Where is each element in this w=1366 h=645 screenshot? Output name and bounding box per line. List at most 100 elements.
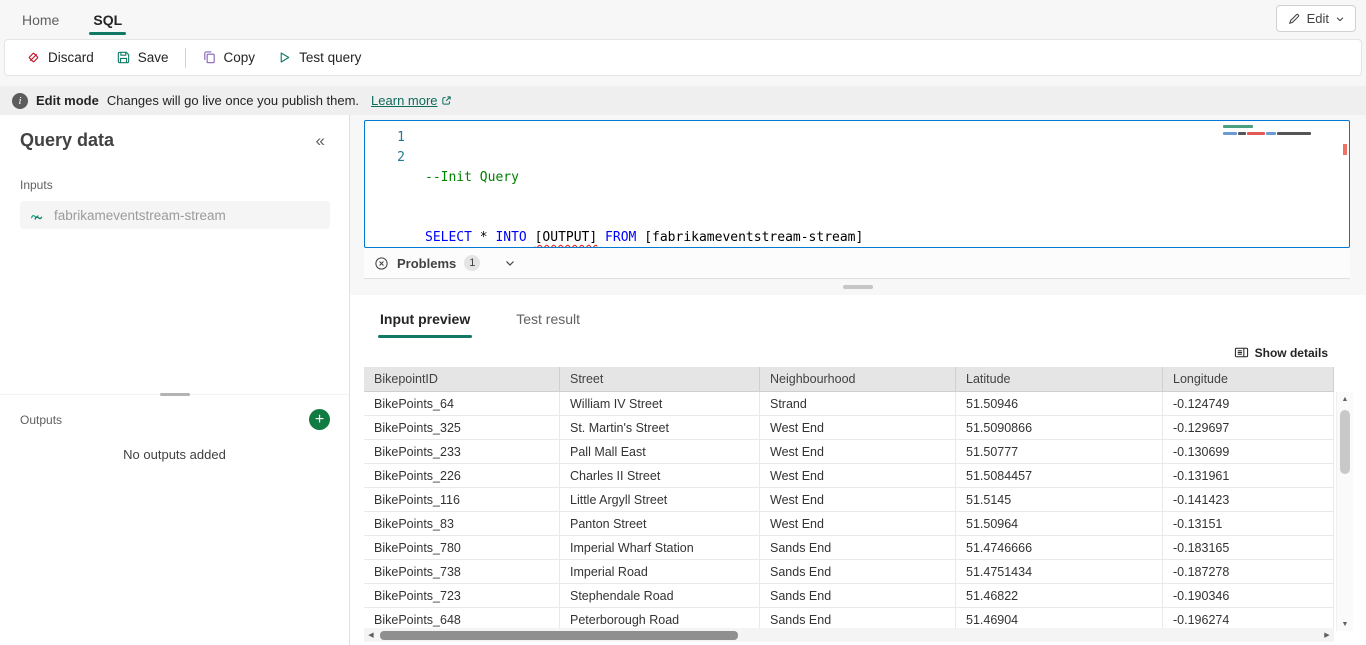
sql-code-editor[interactable]: 1 2 --Init Query SELECT * INTO [OUTPUT] … — [364, 120, 1350, 248]
table-cell: William IV Street — [560, 392, 760, 416]
column-header-neighbourhood[interactable]: Neighbourhood — [760, 367, 956, 392]
table-cell: BikePoints_780 — [364, 536, 560, 560]
table-cell: BikePoints_233 — [364, 440, 560, 464]
learn-more-label: Learn more — [371, 93, 437, 108]
main-pane: 1 2 --Init Query SELECT * INTO [OUTPUT] … — [350, 115, 1366, 645]
test-query-label: Test query — [299, 50, 361, 65]
code-lines: --Init Query SELECT * INTO [OUTPUT] FROM… — [425, 121, 1349, 248]
table-cell: 51.5145 — [956, 488, 1163, 512]
scroll-down-icon[interactable]: ▼ — [1337, 617, 1353, 631]
scroll-up-icon[interactable]: ▲ — [1337, 392, 1353, 406]
table-row[interactable]: BikePoints_83Panton StreetWest End51.509… — [364, 512, 1334, 536]
eventstream-icon — [28, 206, 46, 224]
content-area: Query data « Inputs fabrikameventstream-… — [0, 115, 1366, 645]
table-row[interactable]: BikePoints_233Pall Mall EastWest End51.5… — [364, 440, 1334, 464]
horizontal-scrollbar[interactable]: ◀ ▶ — [364, 628, 1334, 642]
edit-button-label: Edit — [1307, 11, 1329, 26]
table-cell: BikePoints_64 — [364, 392, 560, 416]
banner-title: Edit mode — [36, 93, 99, 108]
table-cell: 51.46822 — [956, 584, 1163, 608]
table-row[interactable]: BikePoints_738Imperial RoadSands End51.4… — [364, 560, 1334, 584]
outputs-empty-text: No outputs added — [0, 447, 349, 462]
code-line-1: --Init Query — [425, 168, 1349, 188]
problems-expand-chevron-icon[interactable] — [504, 257, 516, 269]
code-line-2: SELECT * INTO [OUTPUT] FROM [fabrikameve… — [425, 228, 1349, 248]
table-cell: BikePoints_738 — [364, 560, 560, 584]
table-cell: 51.50946 — [956, 392, 1163, 416]
table-cell: BikePoints_116 — [364, 488, 560, 512]
table-cell: -0.124749 — [1163, 392, 1334, 416]
vertical-scrollbar[interactable]: ▲ ▼ — [1336, 392, 1353, 631]
code-token — [636, 230, 644, 245]
tab-home[interactable]: Home — [20, 3, 61, 35]
table-cell: West End — [760, 488, 956, 512]
show-details-button[interactable]: Show details — [1234, 345, 1328, 360]
save-icon — [116, 50, 131, 65]
preview-table: BikepointIDStreetNeighbourhoodLatitudeLo… — [364, 367, 1334, 639]
column-header-longitude[interactable]: Longitude — [1163, 367, 1334, 392]
table-cell: Strand — [760, 392, 956, 416]
problems-count-badge: 1 — [464, 255, 480, 271]
table-row[interactable]: BikePoints_780Imperial Wharf StationSand… — [364, 536, 1334, 560]
chevron-down-icon — [1335, 14, 1345, 24]
table-cell: 51.4746666 — [956, 536, 1163, 560]
edit-mode-banner: i Edit mode Changes will go live once yo… — [0, 86, 1366, 115]
tab-input-preview[interactable]: Input preview — [378, 305, 472, 338]
play-icon — [277, 50, 292, 65]
scroll-left-icon[interactable]: ◀ — [364, 631, 378, 639]
error-circle-icon — [374, 256, 389, 271]
minimap[interactable] — [1223, 125, 1335, 139]
input-item-eventstream[interactable]: fabrikameventstream-stream — [20, 201, 330, 229]
tab-test-result[interactable]: Test result — [514, 305, 582, 338]
info-icon: i — [12, 93, 28, 109]
error-overview-mark — [1343, 144, 1347, 155]
table-row[interactable]: BikePoints_116Little Argyll StreetWest E… — [364, 488, 1334, 512]
horizontal-scroll-thumb[interactable] — [380, 631, 738, 640]
preview-tabs: Input preview Test result — [350, 295, 1366, 338]
table-cell: 51.5090866 — [956, 416, 1163, 440]
problems-bar[interactable]: Problems 1 — [364, 248, 1350, 279]
table-row[interactable]: BikePoints_226Charles II StreetWest End5… — [364, 464, 1334, 488]
table-cell: Imperial Wharf Station — [560, 536, 760, 560]
column-header-street[interactable]: Street — [560, 367, 760, 392]
discard-button[interactable]: Discard — [15, 43, 105, 72]
line-number-gutter: 1 2 — [365, 128, 405, 168]
copy-label: Copy — [224, 50, 256, 65]
table-cell: Pall Mall East — [560, 440, 760, 464]
table-row[interactable]: BikePoints_723Stephendale RoadSands End5… — [364, 584, 1334, 608]
table-cell: BikePoints_325 — [364, 416, 560, 440]
table-cell: -0.13151 — [1163, 512, 1334, 536]
column-header-latitude[interactable]: Latitude — [956, 367, 1163, 392]
problems-label: Problems — [397, 256, 456, 271]
save-button[interactable]: Save — [105, 43, 180, 72]
table-cell: Stephendale Road — [560, 584, 760, 608]
test-query-button[interactable]: Test query — [266, 43, 372, 72]
learn-more-link[interactable]: Learn more — [371, 93, 451, 108]
add-output-button[interactable]: + — [309, 409, 330, 430]
table-cell: West End — [760, 416, 956, 440]
sidebar-title: Query data — [0, 115, 349, 151]
code-token — [527, 230, 535, 245]
table-row[interactable]: BikePoints_64William IV StreetStrand51.5… — [364, 392, 1334, 416]
table-cell: BikePoints_723 — [364, 584, 560, 608]
copy-button[interactable]: Copy — [191, 43, 267, 72]
pane-resize-handle[interactable] — [843, 285, 873, 289]
column-header-bikepointid[interactable]: BikepointID — [364, 367, 560, 392]
tab-sql[interactable]: SQL — [91, 3, 124, 35]
table-cell: -0.129697 — [1163, 416, 1334, 440]
table-cell: BikePoints_226 — [364, 464, 560, 488]
table-cell: 51.5084457 — [956, 464, 1163, 488]
table-cell: St. Martin's Street — [560, 416, 760, 440]
code-token: FROM — [605, 230, 636, 245]
vertical-scroll-thumb[interactable] — [1340, 410, 1350, 474]
table-cell: -0.187278 — [1163, 560, 1334, 584]
edit-button[interactable]: Edit — [1276, 5, 1356, 32]
table-cell: Charles II Street — [560, 464, 760, 488]
command-toolbar: Discard Save Copy Test query — [4, 39, 1362, 76]
scroll-right-icon[interactable]: ▶ — [1320, 631, 1334, 639]
outputs-label: Outputs — [20, 413, 62, 427]
outputs-section: Outputs + No outputs added — [0, 394, 349, 462]
collapse-sidebar-icon[interactable]: « — [316, 131, 325, 151]
code-token: INTO — [495, 230, 526, 245]
table-row[interactable]: BikePoints_325St. Martin's StreetWest En… — [364, 416, 1334, 440]
